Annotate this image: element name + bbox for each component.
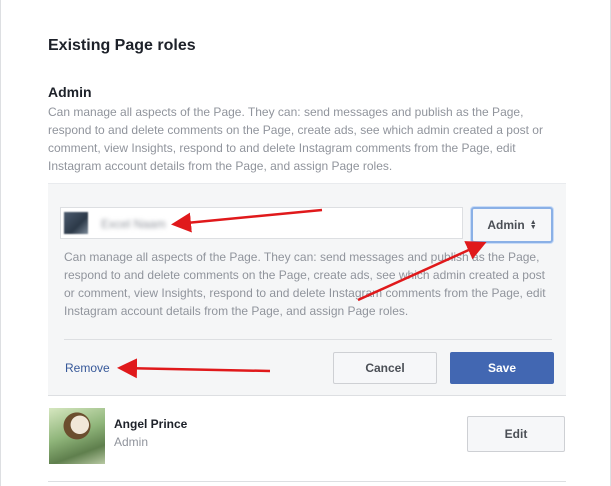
member-name[interactable]: Angel Prince xyxy=(114,417,187,431)
page-roles-title: Existing Page roles xyxy=(48,37,196,54)
role-select[interactable]: Admin ▲ ▼ xyxy=(471,207,553,243)
save-button[interactable]: Save xyxy=(450,352,554,384)
person-name-blurred: Excel Naam xyxy=(101,217,166,231)
edit-member-button[interactable]: Edit xyxy=(467,416,565,452)
left-border xyxy=(0,0,1,486)
member-role: Admin xyxy=(114,435,149,449)
role-description: Can manage all aspects of the Page. They… xyxy=(64,250,546,318)
admin-role-heading: Admin xyxy=(48,84,92,100)
updown-arrows-icon: ▲ ▼ xyxy=(529,219,537,231)
edit-role-panel: Excel Naam Admin ▲ ▼ Can manage all aspec… xyxy=(48,183,566,396)
admin-role-description: Can manage all aspects of the Page. They… xyxy=(48,105,543,173)
member-avatar xyxy=(49,408,105,464)
person-avatar xyxy=(64,212,88,234)
panel-divider xyxy=(64,339,552,340)
person-name-field[interactable]: Excel Naam xyxy=(60,207,463,239)
cancel-button[interactable]: Cancel xyxy=(333,352,437,384)
remove-link[interactable]: Remove xyxy=(65,361,110,375)
bottom-divider xyxy=(48,481,566,482)
role-select-value: Admin xyxy=(487,218,525,232)
